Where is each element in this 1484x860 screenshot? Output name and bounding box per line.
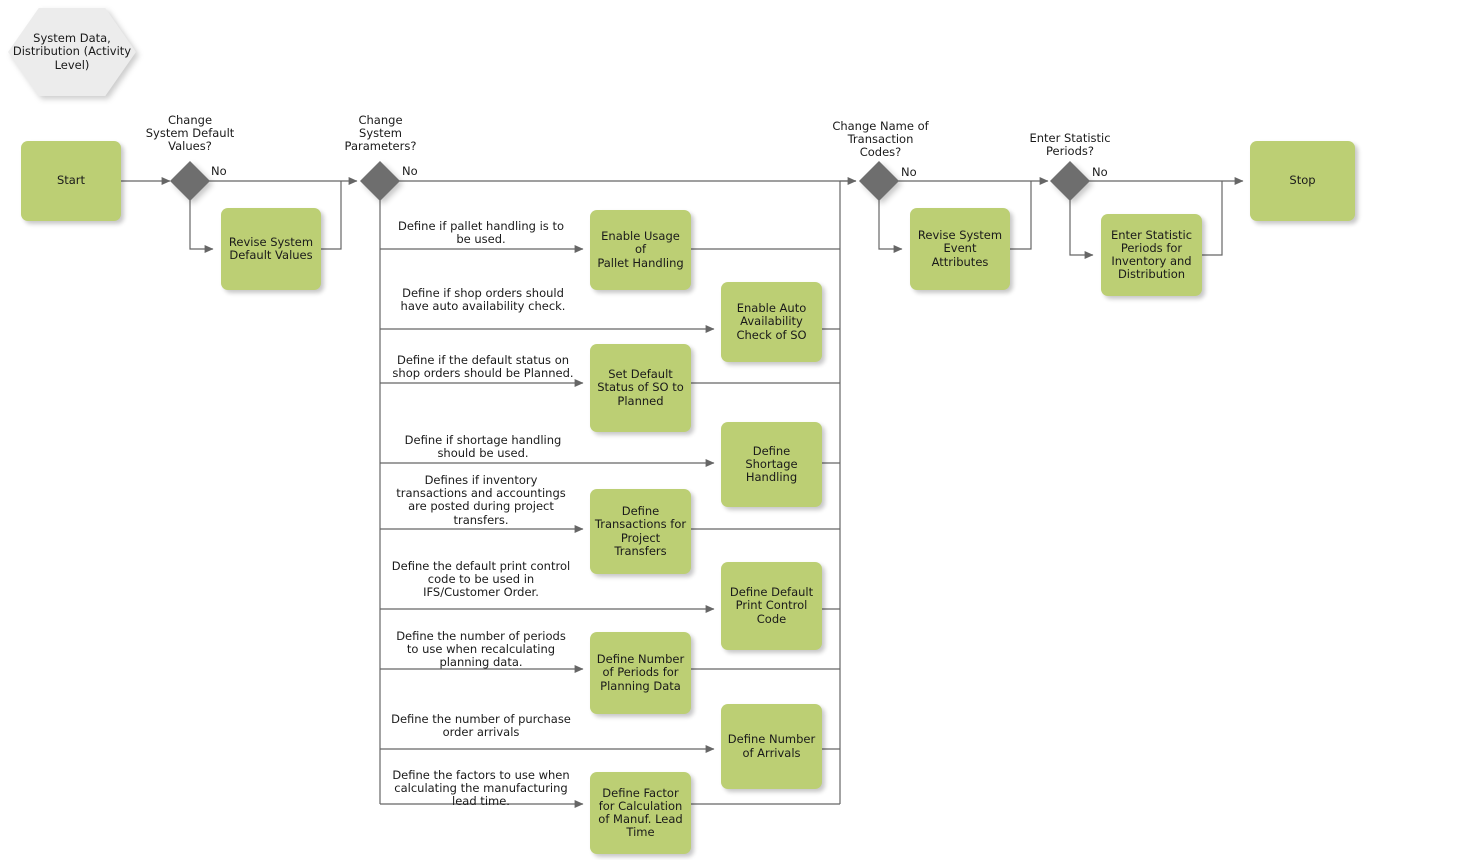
decision-3-question: Change Name of Transaction Codes? bbox=[832, 119, 929, 160]
branch-edge-label-3: Define if the default status on shop ord… bbox=[392, 353, 574, 381]
branch-edge-label-8: Define the number of purchase order arri… bbox=[391, 712, 571, 740]
task-label: Define Transactions for Project Transfer… bbox=[594, 504, 687, 558]
task-set-default-status-of-so-to-planned[interactable]: Set Default Status of SO to Planned bbox=[590, 344, 691, 432]
decision-2-no-label: No bbox=[402, 164, 418, 178]
start-node[interactable]: Start bbox=[21, 141, 121, 221]
task-label: Enable Auto Availability Check of SO bbox=[736, 301, 807, 342]
decision-4-node[interactable] bbox=[1050, 161, 1090, 201]
diagram-title-node: System Data, Distribution (Activity Leve… bbox=[8, 8, 136, 96]
task-define-transactions-for-project-transfers[interactable]: Define Transactions for Project Transfer… bbox=[590, 489, 691, 574]
task-define-factor-for-calculation-of-manuf-lead-time[interactable]: Define Factor for Calculation of Manuf. … bbox=[590, 772, 691, 854]
task-define-number-of-periods-for-planning-data[interactable]: Define Number of Periods for Planning Da… bbox=[590, 632, 691, 714]
branch-edge-label-9: Define the factors to use when calculati… bbox=[392, 768, 570, 809]
task-label: Define Shortage Handling bbox=[745, 443, 798, 485]
task-enable-auto-availability-check-of-so[interactable]: Enable Auto Availability Check of SO bbox=[721, 282, 822, 362]
task-enable-usage-of-pallet-handling[interactable]: Enable Usage of Pallet Handling bbox=[590, 210, 691, 290]
task-label: Define Factor for Calculation of Manuf. … bbox=[598, 785, 683, 840]
task-label: Define Number of Periods for Planning Da… bbox=[596, 652, 685, 693]
decision-4-question: Enter Statistic Periods? bbox=[1029, 131, 1111, 159]
decision-1-question: Change System Default Values? bbox=[145, 113, 235, 154]
decision-2-question: Change System Parameters? bbox=[344, 113, 417, 154]
branch-edge-label-2: Define if shop orders should have auto a… bbox=[400, 286, 566, 314]
task-revise-system-event-attributes-label: Revise System Event Attributes bbox=[917, 228, 1003, 269]
task-label: Define Number of Arrivals bbox=[727, 732, 816, 760]
decision-4-shape bbox=[1050, 161, 1090, 201]
branch-edge-label-6: Define the default print control code to… bbox=[391, 559, 571, 600]
decision-3-node[interactable] bbox=[859, 161, 899, 201]
task-revise-system-default-values-label: Revise System Default Values bbox=[228, 234, 314, 262]
task-revise-system-event-attributes[interactable]: Revise System Event Attributes bbox=[910, 208, 1010, 290]
decision-1-no-label: No bbox=[211, 164, 227, 178]
task-define-shortage-handling[interactable]: Define Shortage Handling bbox=[721, 422, 822, 507]
task-revise-system-default-values[interactable]: Revise System Default Values bbox=[221, 208, 321, 290]
decision-3-shape bbox=[859, 161, 899, 201]
stop-node-label: Stop bbox=[1289, 173, 1316, 188]
branch-edge-label-1: Define if pallet handling is to be used. bbox=[397, 219, 564, 247]
diagram-title-text: System Data, Distribution (Activity Leve… bbox=[8, 8, 136, 96]
task-define-default-print-control-code[interactable]: Define Default Print Control Code bbox=[721, 562, 822, 650]
flowchart-canvas: System Data, Distribution (Activity Leve… bbox=[0, 0, 1484, 860]
decision-3-no-label: No bbox=[901, 165, 917, 179]
branch-edge-label-7: Define the number of periods to use when… bbox=[396, 629, 566, 670]
branch-edge-label-4: Define if shortage handling should be us… bbox=[404, 433, 562, 461]
decision-4-no-label: No bbox=[1092, 165, 1108, 179]
decision-1-shape bbox=[170, 161, 210, 201]
task-label: Enable Usage of Pallet Handling bbox=[597, 229, 684, 270]
decision-2-node[interactable] bbox=[360, 161, 400, 201]
task-label: Define Default Print Control Code bbox=[729, 585, 814, 626]
decision-2-shape bbox=[360, 161, 400, 201]
decision-1-node[interactable] bbox=[170, 161, 210, 201]
start-node-label: Start bbox=[56, 173, 86, 188]
task-label: Set Default Status of SO to Planned bbox=[597, 367, 684, 408]
task-enter-statistic-periods-label: Enter Statistic Periods for Inventory an… bbox=[1110, 227, 1193, 282]
task-enter-statistic-periods-for-inventory-and-distribution[interactable]: Enter Statistic Periods for Inventory an… bbox=[1101, 214, 1202, 296]
task-define-number-of-arrivals[interactable]: Define Number of Arrivals bbox=[721, 704, 822, 789]
stop-node[interactable]: Stop bbox=[1250, 141, 1355, 221]
branch-edge-label-5: Defines if inventory transactions and ac… bbox=[396, 473, 566, 527]
